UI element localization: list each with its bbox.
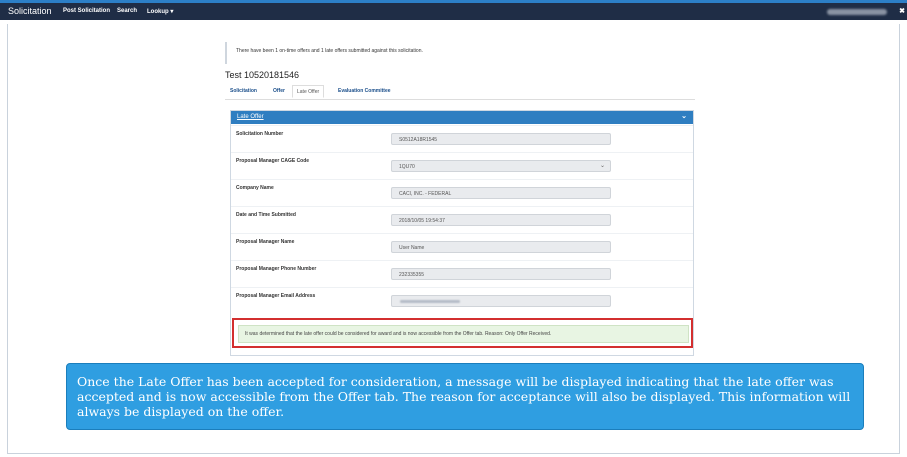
field-label: Proposal Manager Email Address [236, 293, 316, 299]
offer-count-text: There have been 1 on-time offers and 1 l… [236, 48, 423, 54]
field-value: 1QU70 [399, 164, 415, 170]
chevron-down-icon: ⌄ [599, 163, 605, 169]
panel-header[interactable]: Late Offer ⌄ [231, 111, 693, 124]
callout-text: Once the Late Offer has been accepted fo… [77, 374, 851, 419]
row-company-name: Company Name CACI, INC. - FEDERAL [231, 179, 693, 207]
row-date-submitted: Date and Time Submitted 2018/10/05 19:54… [231, 206, 693, 234]
tab-offer[interactable]: Offer [273, 88, 285, 94]
tab-bar: Solicitation Offer Late Offer Evaluation… [225, 85, 695, 100]
solicitation-number-field: S0512A18R1545 [391, 133, 611, 145]
field-label: Proposal Manager CAGE Code [236, 158, 310, 164]
manager-email-field [391, 295, 611, 307]
field-value: 2018/10/05 19:54:37 [399, 218, 445, 224]
acceptance-alert: It was determined that the late offer co… [238, 325, 689, 343]
row-cage-code: Proposal Manager CAGE Code 1QU70 ⌄ [231, 152, 693, 180]
date-submitted-field: 2018/10/05 19:54:37 [391, 214, 611, 226]
field-label: Solicitation Number [236, 131, 284, 137]
field-label: Proposal Manager Phone Number [236, 266, 317, 272]
field-value: CACI, INC. - FEDERAL [399, 191, 452, 197]
field-label: Company Name [236, 185, 274, 191]
panel-title[interactable]: Late Offer [237, 114, 264, 120]
company-name-field: CACI, INC. - FEDERAL [391, 187, 611, 199]
app-brand[interactable]: Solicitation [8, 6, 52, 16]
row-manager-phone: Proposal Manager Phone Number 232335355 [231, 260, 693, 288]
nav-post-solicitation[interactable]: Post Solicitation [63, 8, 110, 14]
solicitation-title: Test 10520181546 [225, 70, 300, 80]
tab-late-offer[interactable]: Late Offer [292, 85, 325, 98]
field-label: Proposal Manager Name [236, 239, 295, 245]
field-label: Date and Time Submitted [236, 212, 296, 218]
field-value: S0512A18R1545 [399, 137, 438, 143]
row-manager-name: Proposal Manager Name User Name [231, 233, 693, 261]
manager-phone-field: 232335355 [391, 268, 611, 280]
redacted-email [400, 300, 460, 303]
nav-search[interactable]: Search [117, 8, 137, 14]
top-navbar: Solicitation Post Solicitation Search Lo… [0, 0, 907, 20]
alert-message: It was determined that the late offer co… [245, 331, 552, 337]
tutorial-callout: Once the Late Offer has been accepted fo… [66, 363, 864, 430]
info-box: There have been 1 on-time offers and 1 l… [225, 42, 697, 64]
field-value: 232335355 [399, 272, 425, 278]
tab-evaluation-committee[interactable]: Evaluation Committee [338, 88, 391, 94]
row-manager-email: Proposal Manager Email Address [231, 287, 693, 315]
nav-lookup-dropdown[interactable]: Lookup ▾ [147, 8, 173, 15]
row-solicitation-number: Solicitation Number S0512A18R1545 [231, 125, 693, 153]
field-value: User Name [399, 245, 425, 251]
chevron-down-icon[interactable]: ⌄ [681, 112, 687, 120]
close-icon[interactable]: ✖ [899, 7, 905, 15]
manager-name-field: User Name [391, 241, 611, 253]
cage-code-select[interactable]: 1QU70 ⌄ [391, 160, 611, 172]
tab-solicitation[interactable]: Solicitation [230, 88, 257, 94]
user-menu[interactable] [827, 9, 887, 15]
acceptance-alert-highlight: It was determined that the late offer co… [232, 318, 693, 348]
